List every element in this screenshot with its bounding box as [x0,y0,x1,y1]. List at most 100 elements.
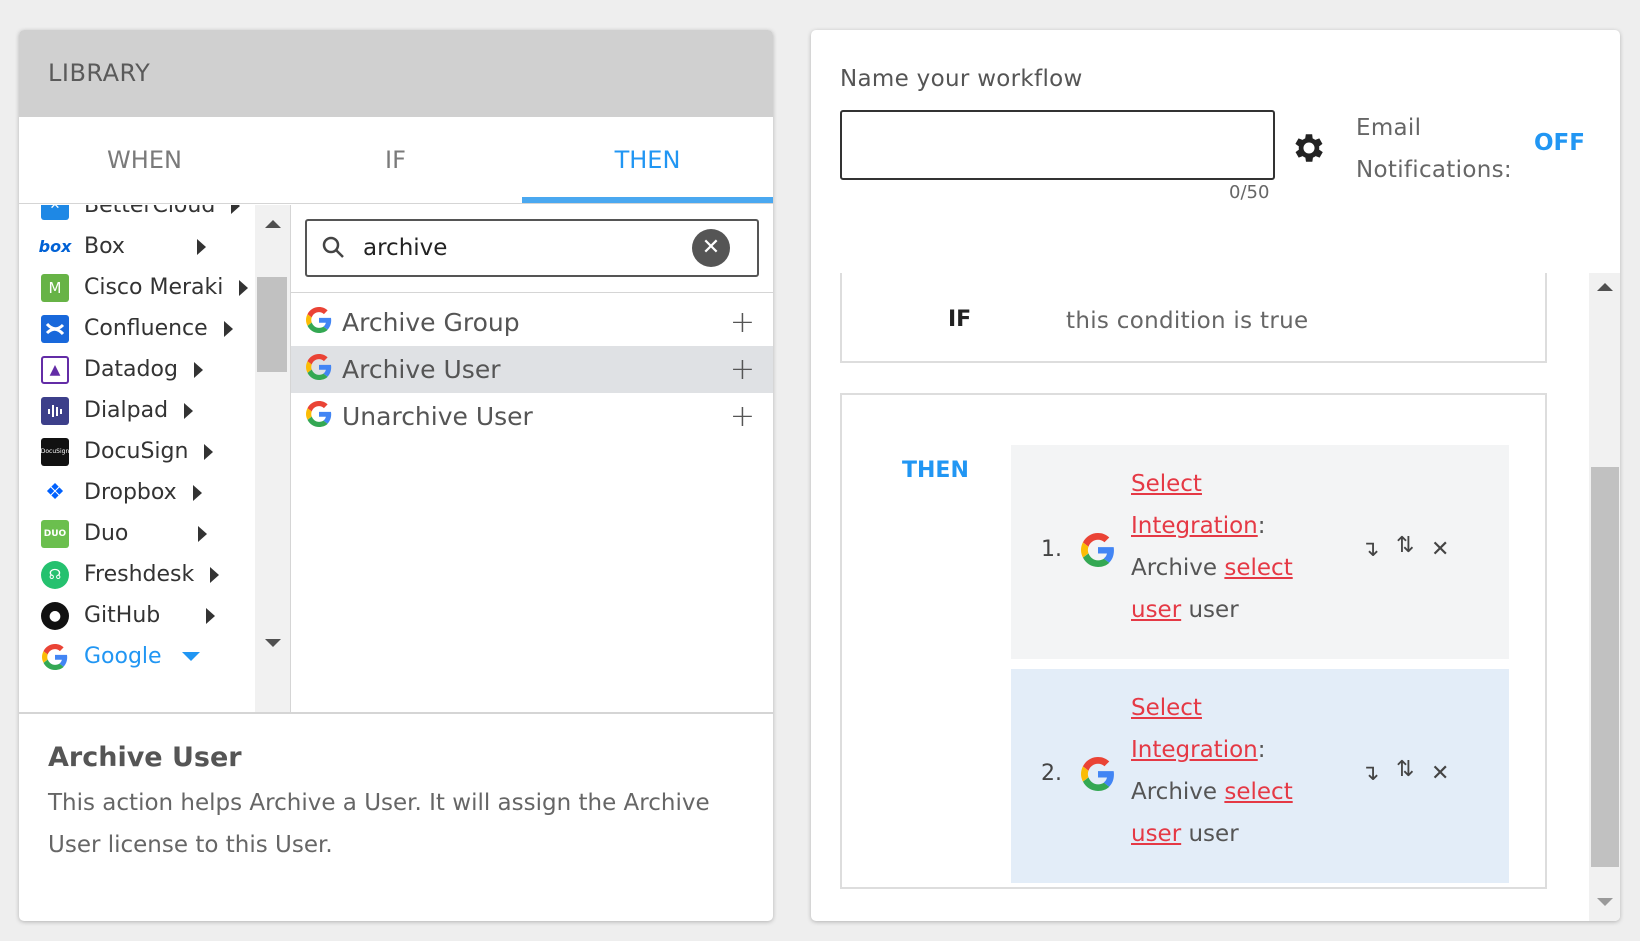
google-icon [1081,757,1115,795]
remove-step-icon[interactable]: ✕ [1431,761,1449,786]
result-item-archive-group[interactable]: Archive Group + [291,299,773,346]
tab-then[interactable]: THEN [522,117,773,204]
nav-item-confluence[interactable]: Confluence [19,307,254,350]
result-label: Archive Group [342,308,520,337]
step-verb: Archive [1131,779,1218,805]
step-description: Select Integration: Archive select user … [1131,463,1331,631]
indent-step-icon[interactable]: ↴ [1361,761,1379,786]
nav-item-datadog[interactable]: ▲ Datadog [19,348,254,391]
nav-item-dropbox[interactable]: ❖ Dropbox [19,471,254,514]
nav-item-duo[interactable]: DUO Duo [19,512,254,555]
divider [291,292,773,293]
add-icon[interactable]: + [730,399,755,434]
nav-item-label: Freshdesk [84,562,195,587]
action-description-title: Archive User [48,742,242,773]
nav-item-label: Google [84,644,162,669]
library-header: LIBRARY [19,30,773,117]
nav-item-box[interactable]: box Box [19,225,254,268]
remove-step-icon[interactable]: ✕ [1431,537,1449,562]
nav-item-bettercloud[interactable]: ✕ BetterCloud [19,205,254,227]
google-icon [306,400,332,433]
active-tab-indicator [522,197,773,203]
expand-arrow-icon [184,402,194,419]
google-icon [41,643,69,671]
meraki-icon: M [41,273,69,302]
if-condition-text[interactable]: this condition is true [1066,308,1308,334]
select-integration-link[interactable]: Select Integration [1131,471,1258,539]
tab-when[interactable]: WHEN [19,117,270,204]
scroll-down-icon[interactable] [1597,898,1613,906]
then-label: THEN [902,458,969,483]
step-suffix: user [1188,597,1239,623]
tab-if[interactable]: IF [270,117,521,204]
result-item-unarchive-user[interactable]: Unarchive User + [291,393,773,440]
scroll-up-icon[interactable] [1597,283,1613,291]
workflow-name-label: Name your workflow [840,66,1083,92]
step-colon: : [1257,513,1266,539]
nav-item-label: DocuSign [84,439,189,464]
char-counter: 0/50 [1229,182,1270,203]
expand-arrow-icon [204,443,214,460]
integration-list: ✕ BetterCloud box Box M Cisco Meraki Con… [19,205,291,712]
library-panel: LIBRARY WHEN IF THEN ✕ BetterCloud box B… [19,30,773,921]
expand-arrow-icon [192,484,202,501]
datadog-icon: ▲ [41,355,69,384]
expand-arrow-icon [231,205,241,214]
nav-item-freshdesk[interactable]: ☊ Freshdesk [19,553,254,596]
result-label: Archive User [342,355,501,384]
nav-item-label: GitHub [84,603,161,628]
email-label-line-2: Notifications: [1356,157,1512,183]
clear-search-icon[interactable]: ✕ [692,229,730,267]
nav-item-label: Dialpad [84,398,169,423]
nav-item-github[interactable]: ● GitHub [19,594,254,637]
step-number: 1. [1041,537,1062,562]
list-scrollbar-thumb[interactable] [257,277,287,372]
then-step: 2. Select Integration: Archive select us… [1011,669,1509,883]
nav-item-label: Dropbox [84,480,177,505]
nav-item-label: BetterCloud [84,205,216,218]
workflow-scrollbar-thumb[interactable] [1591,467,1619,867]
expand-arrow-icon [196,238,206,255]
expand-arrow-icon [206,607,216,624]
nav-item-google[interactable]: Google [19,635,254,678]
expand-arrow-icon [193,361,203,378]
if-label: IF [948,307,972,332]
scroll-down-icon[interactable] [265,639,281,647]
email-notifications-label: Email Notifications: [1356,107,1512,191]
google-icon [306,306,332,339]
expand-arrow-icon [198,525,208,542]
google-icon [306,353,332,386]
result-label: Unarchive User [342,402,533,431]
dialpad-icon [41,396,69,425]
nav-item-label: Box [84,234,125,259]
add-icon[interactable]: + [730,352,755,387]
gear-icon[interactable] [1290,129,1328,171]
workflow-name-input[interactable] [840,110,1275,180]
reorder-step-icon[interactable]: ⇅ [1396,757,1414,782]
reorder-step-icon[interactable]: ⇅ [1396,533,1414,558]
step-number: 2. [1041,761,1062,786]
nav-item-cisco-meraki[interactable]: M Cisco Meraki [19,266,254,309]
select-integration-link[interactable]: Select Integration [1131,695,1258,763]
search-input[interactable] [363,231,683,265]
github-icon: ● [41,601,69,630]
freshdesk-icon: ☊ [41,560,69,589]
nav-item-label: Duo [84,521,129,546]
scroll-up-icon[interactable] [265,220,281,228]
nav-item-docusign[interactable]: DocuSign DocuSign [19,430,254,473]
indent-step-icon[interactable]: ↴ [1361,537,1379,562]
email-notifications-toggle[interactable]: OFF [1534,130,1585,156]
step-suffix: user [1188,821,1239,847]
confluence-icon [41,314,69,343]
library-tabs: WHEN IF THEN [19,117,773,204]
docusign-icon: DocuSign [41,437,69,466]
nav-item-label: Cisco Meraki [84,275,224,300]
workflow-panel: Name your workflow 0/50 Email Notificati… [811,30,1620,921]
search-icon [321,235,347,265]
result-item-archive-user[interactable]: Archive User + [291,346,773,393]
divider [19,712,773,714]
nav-item-dialpad[interactable]: Dialpad [19,389,254,432]
box-icon: box [38,237,72,256]
expand-arrow-icon [223,320,233,337]
add-icon[interactable]: + [730,305,755,340]
